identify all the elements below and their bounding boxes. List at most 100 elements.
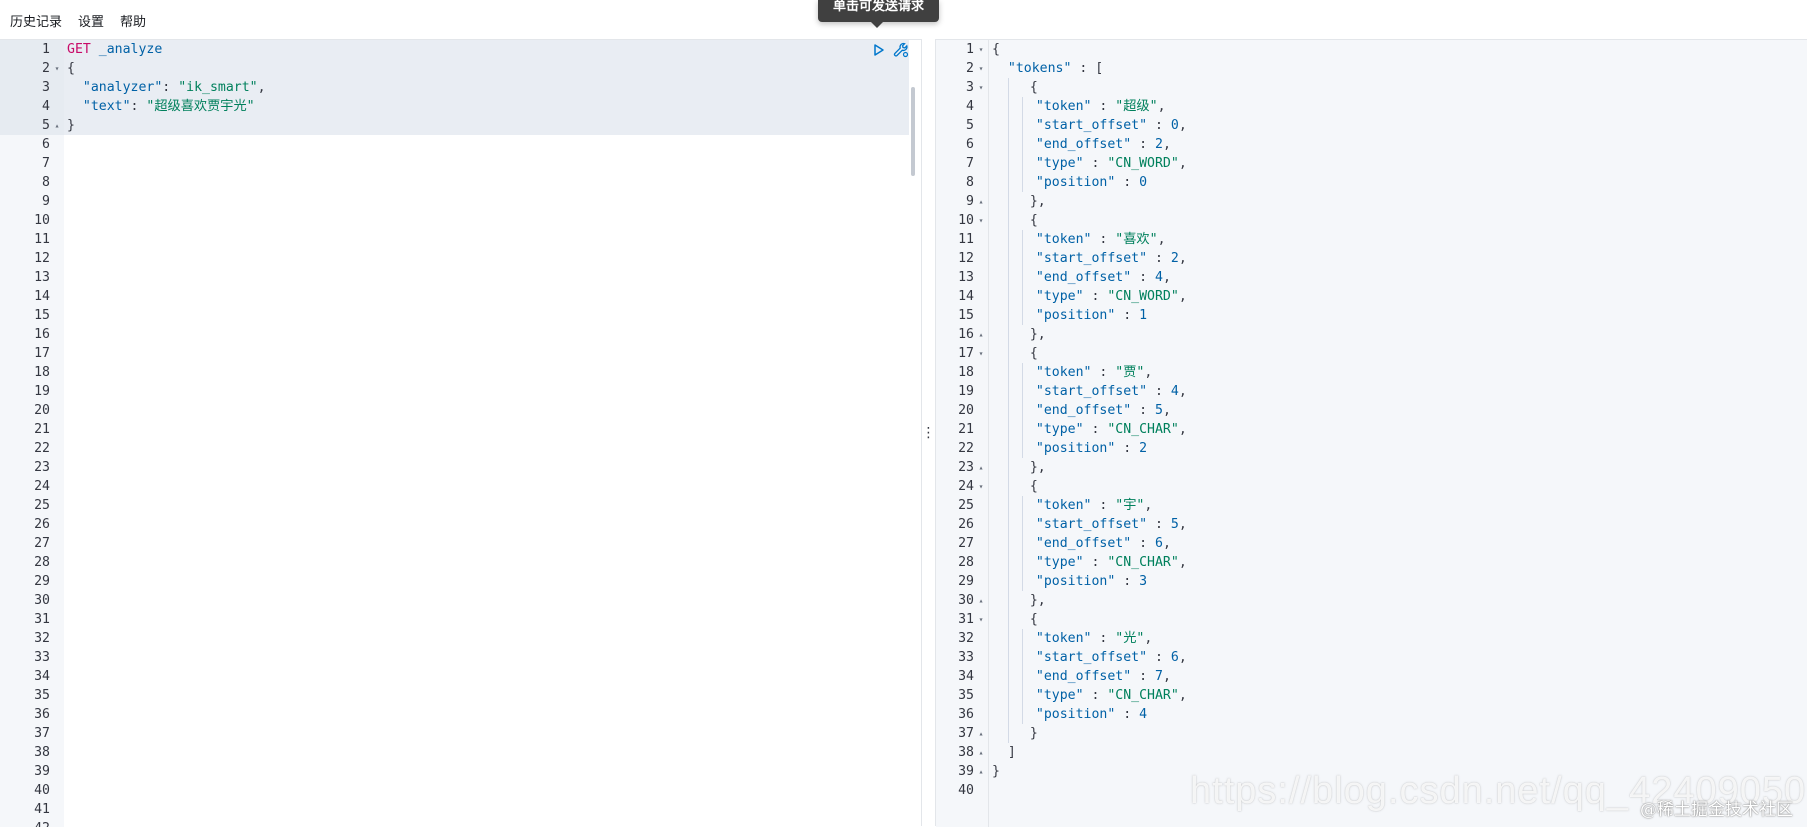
indent-guide [1007, 724, 1022, 743]
response-code-line: "token" : "贾", [989, 363, 1807, 382]
fold-open-icon[interactable]: ▾ [976, 40, 986, 59]
request-code-line: } [64, 116, 921, 135]
response-token-str: "CN_CHAR" [1107, 555, 1179, 570]
fold-close-icon[interactable]: ▴ [976, 325, 986, 344]
fold-close-icon[interactable]: ▴ [976, 192, 986, 211]
indent-guide [1021, 572, 1036, 591]
menu-item-history[interactable]: 历史记录 [10, 11, 62, 30]
response-token-str: "CN_WORD" [1107, 156, 1179, 171]
request-code-line [64, 230, 921, 249]
fold-open-icon[interactable]: ▾ [976, 610, 986, 629]
request-code-line [64, 743, 921, 762]
response-token-num: 0 [1170, 118, 1179, 133]
indent-guide [1007, 268, 1022, 287]
response-code-line: "type" : "CN_WORD", [989, 287, 1807, 306]
menu-item-settings[interactable]: 设置 [78, 11, 104, 30]
indent-guide [1007, 686, 1022, 705]
response-token-num: 5 [1155, 403, 1163, 418]
request-content[interactable]: GET _analyze { "analyzer": "ik_smart", "t… [64, 40, 921, 827]
response-token-punc: }, [1029, 460, 1046, 475]
response-token-punc: }, [1029, 194, 1046, 209]
request-editor[interactable]: 1 2 ▾ 3 4 5 ▴ 6 7 8 9 10 11 12 13 14 15 16 17 18 19 20 21 22 23 2… [0, 39, 921, 827]
indent-guide [1021, 268, 1036, 287]
pane-resizer[interactable]: ⋮ [921, 39, 936, 826]
fold-open-icon[interactable]: ▾ [976, 59, 986, 78]
play-triangle-icon[interactable] [871, 42, 887, 58]
response-token-punc: : [ [1071, 61, 1104, 76]
request-code-line [64, 344, 921, 363]
response-token-punc: : [1115, 175, 1140, 190]
response-token-punc: : [1091, 498, 1116, 513]
response-code-line: "type" : "CN_CHAR", [989, 553, 1807, 572]
request-line-number: 8 [42, 175, 50, 190]
response-token-num: 2 [1155, 137, 1163, 152]
request-line-number: 4 [42, 99, 50, 114]
response-token-punc: : [1115, 308, 1140, 323]
response-code-line: "position" : 2 [989, 439, 1807, 458]
response-token-punc: : [1083, 422, 1108, 437]
request-line-number: 28 [34, 555, 50, 570]
response-token-num: 4 [1170, 384, 1179, 399]
indent-guide [1007, 344, 1022, 363]
indent-guide [1007, 192, 1022, 211]
request-scrollbar[interactable] [911, 87, 915, 176]
response-token-punc: : [1131, 137, 1155, 152]
request-code-line [64, 629, 921, 648]
fold-close-icon[interactable]: ▴ [976, 458, 986, 477]
indent-guide [1007, 249, 1022, 268]
response-line-number: 13 [958, 270, 974, 285]
response-line-number: 3 ▾ [936, 78, 988, 97]
fold-open-icon[interactable]: ▾ [976, 477, 986, 496]
response-code-line: "token" : "宇", [989, 496, 1807, 515]
fold-close-icon[interactable]: ▴ [976, 762, 986, 781]
response-token-num: 6 [1170, 650, 1179, 665]
response-line-number: 14 [958, 289, 974, 304]
request-line-number: 1 [42, 42, 50, 57]
request-code-line [64, 648, 921, 667]
response-token-punc: , [1162, 270, 1171, 285]
response-line-number: 27 [958, 536, 974, 551]
response-code-line: "start_offset" : 4, [989, 382, 1807, 401]
response-token-punc: { [992, 42, 1000, 57]
fold-open-icon[interactable]: ▾ [976, 211, 986, 230]
response-token-punc: : [1131, 669, 1155, 684]
response-line-number: 20 [958, 403, 974, 418]
fold-open-icon[interactable]: ▾ [976, 344, 986, 363]
request-code-line [64, 325, 921, 344]
fold-close-icon[interactable]: ▴ [52, 116, 62, 135]
menu-item-help[interactable]: 帮助 [120, 11, 146, 30]
indent-guide [1007, 173, 1022, 192]
indent-guide [1021, 420, 1036, 439]
response-token-punc: ] [1007, 745, 1016, 760]
response-line-number: 26 [958, 517, 974, 532]
request-code-line [64, 439, 921, 458]
response-token-punc: : [1131, 403, 1155, 418]
response-content[interactable]: { "tokens" : [ { "token" : "超级", "start_… [989, 40, 1807, 827]
response-line-number: 10 ▾ [936, 211, 988, 230]
request-line-number: 40 [34, 783, 50, 798]
fold-close-icon[interactable]: ▴ [976, 591, 986, 610]
fold-close-icon[interactable]: ▴ [976, 743, 986, 762]
response-editor[interactable]: 1 ▾ 2 ▾ 3 ▾ 4 5 6 7 8 9 ▴ 10 ▾ 11 12 13 14 15 16 ▴ 17 ▾ 18 19 20 21… [936, 39, 1807, 827]
fold-open-icon[interactable]: ▾ [52, 59, 62, 78]
response-code-line: "tokens" : [ [989, 59, 1807, 78]
request-token-url: _analyze [98, 42, 163, 57]
response-line-number: 32 [958, 631, 974, 646]
wrench-icon[interactable] [893, 42, 909, 58]
tooltip-arrow [871, 22, 883, 28]
response-line-number: 40 [958, 783, 974, 798]
fold-close-icon[interactable]: ▴ [976, 724, 986, 743]
response-token-punc: , [1157, 99, 1166, 114]
fold-open-icon[interactable]: ▾ [976, 78, 986, 97]
response-token-key: "token" [1035, 365, 1092, 380]
response-token-punc: : [1147, 118, 1171, 133]
response-token-punc: , [1178, 422, 1187, 437]
response-code-line: }, [989, 458, 1807, 477]
indent-guide [1007, 515, 1022, 534]
